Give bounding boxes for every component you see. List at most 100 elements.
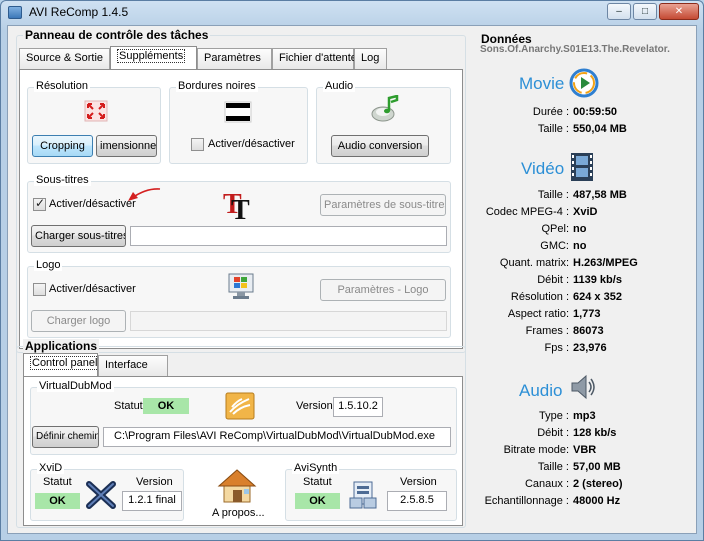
load-logo-button[interactable]: Charger logo [31,310,126,332]
tab-source-sortie[interactable]: Source & Sortie [19,48,110,69]
logo-label: Logo [34,259,63,271]
virtualdubmod-group: VirtualDubMod Statut OK Version 1.5.10.2… [30,380,457,455]
subtitles-file-field[interactable] [130,226,447,246]
virtualdubmod-icon [225,392,255,420]
video-row-key: QPel: [541,223,569,235]
avisynth-icon [349,481,377,509]
black-borders-icon [224,101,252,123]
video-row-key: Résolution : [510,291,569,303]
define-path-button[interactable]: Définir chemin [32,426,99,448]
black-borders-checkbox[interactable] [191,138,204,151]
cropping-button[interactable]: Cropping [32,135,93,157]
app-icon [8,6,22,19]
logo-toggle-label: Activer/désactiver [49,283,136,295]
subtitles-checkbox[interactable] [33,196,46,211]
avisynth-label: AviSynth [292,462,340,474]
audio-row-value: 128 kb/s [573,427,617,439]
movie-row-key: Durée : [532,106,569,118]
audio-row-value: VBR [573,444,597,456]
about-link[interactable]: A propos... [212,507,265,519]
audio-row-key: Echantillonnage : [484,495,569,507]
house-about-icon[interactable] [217,468,257,504]
logo-file-field[interactable] [130,311,447,331]
audio-row-value: mp3 [573,410,596,422]
crop-resize-icon [84,100,108,122]
data-filename: Sons.Of.Anarchy.S01E13.The.Revelator. [480,44,670,55]
audio-row-key: Bitrate mode: [503,444,569,456]
video-row-key: Fps : [544,342,569,354]
maximize-button[interactable]: □ [633,3,657,20]
close-button[interactable]: ✕ [659,3,699,20]
video-row-value: H.263/MPEG [573,257,638,269]
subtitles-settings-button[interactable]: Paramètres de sous-titres [320,194,446,216]
audio-title: Audio [519,381,563,400]
client-area: Panneau de contrôle des tâches Source & … [7,25,697,534]
avisynth-status-label: Statut [303,476,332,488]
tasks-title: Panneau de contrôle des tâches [23,28,211,42]
audio-row-key: Débit : [537,427,569,439]
vdub-status-badge: OK [143,398,189,414]
svg-text:T: T [231,195,250,222]
supplements-panel: Résolution Cropping imensionner Bordures… [19,69,463,349]
applications-group: Applications Control panel Interface Vir… [16,339,466,528]
tab-log[interactable]: Log [354,48,387,69]
minimize-button[interactable]: – [607,3,631,20]
audio-conversion-button[interactable]: Audio conversion [331,135,429,157]
black-borders-label: Bordures noires [176,80,258,92]
subtitles-toggle-label: Activer/désactiver [49,198,136,210]
app-window: AVI ReComp 1.4.5 – □ ✕ Panneau de contrô… [0,0,704,541]
vdub-path-field[interactable]: C:\Program Files\AVI ReComp\VirtualDubMo… [103,427,451,447]
logo-group: Logo Activer/désactiver Paramètres - Log… [27,259,451,338]
video-row-key: GMC: [540,240,569,252]
tab-supplements[interactable]: Suppléments [110,46,197,69]
tab-interface[interactable]: Interface [98,355,168,376]
movie-row-value: 550,04 MB [573,123,627,135]
video-row-value: 86073 [573,325,604,337]
xvid-status-label: Statut [43,476,72,488]
resolution-label: Résolution [34,80,90,92]
logo-checkbox[interactable] [33,283,46,296]
video-row-value: 1,773 [573,308,601,320]
subtitles-tt-icon: T T [223,189,250,222]
title-bar[interactable]: AVI ReComp 1.4.5 – □ ✕ [1,1,703,25]
audio-row-key: Taille : [537,461,569,473]
logo-settings-button[interactable]: Paramètres - Logo [320,279,446,301]
audio-speaker-icon [571,374,595,400]
vdub-version-label: Version [296,400,333,412]
video-row-value: 1139 kb/s [573,274,622,286]
applications-title: Applications [23,339,100,353]
video-row-key: Taille : [537,189,569,201]
xvid-logo-icon [86,481,116,509]
xvid-version-label: Version [136,476,173,488]
movie-title: Movie [519,74,565,93]
video-row-value: 23,976 [573,342,607,354]
tasks-group: Panneau de contrôle des tâches Source & … [16,28,466,353]
video-row-key: Frames : [525,325,569,337]
audio-row-value: 48000 Hz [573,495,621,507]
audio-row-key: Type : [539,410,569,422]
video-row-value: 624 x 352 [573,291,622,303]
audio-row-value: 2 (stereo) [573,478,623,490]
virtualdubmod-label: VirtualDubMod [37,380,114,392]
video-title: Vidéo [521,159,565,178]
logo-windows-monitor-icon [228,273,254,299]
video-row-value: no [573,240,587,252]
video-row-value: XviD [573,206,598,218]
load-subtitles-button[interactable]: Charger sous-titres [31,225,126,247]
window-title: AVI ReComp 1.4.5 [29,5,129,19]
audio-group: Audio Audio conversion [316,80,451,164]
tab-control-panel[interactable]: Control panel [23,353,100,376]
resize-button[interactable]: imensionner [96,135,157,157]
video-film-icon [571,153,593,181]
video-row-key: Quant. matrix: [499,257,569,269]
xvid-label: XviD [37,462,65,474]
video-row-key: Aspect ratio: [507,308,569,320]
tab-parametres[interactable]: Paramètres [197,48,272,69]
avisynth-group: AviSynth Statut OK Version 2.5.8.5 [285,462,457,521]
tab-fichier-attente[interactable]: Fichier d'attente [272,48,357,69]
movie-row-key: Taille : [537,123,569,135]
video-row-value: 487,58 MB [573,189,627,201]
avisynth-version-label: Version [400,476,437,488]
movie-row-value: 00:59:50 [573,106,618,118]
audio-note-icon [371,95,399,122]
